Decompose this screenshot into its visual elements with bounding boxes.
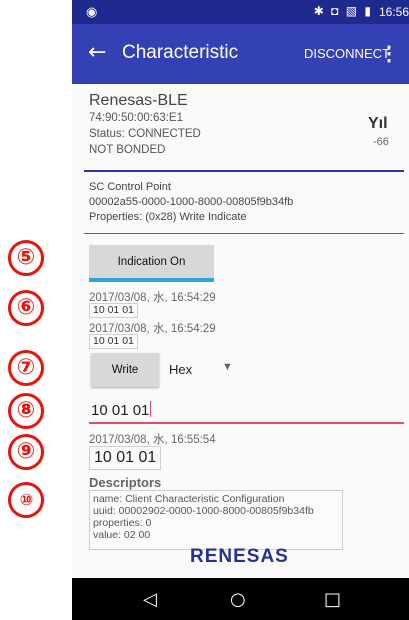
format-select[interactable]: Hex <box>169 362 192 377</box>
annotation-marker-6: ⑥ <box>8 290 44 326</box>
write-result-value: 10 01 01 <box>89 446 162 470</box>
descriptor-name: name: Client Characteristic Configuratio… <box>93 493 285 505</box>
bond-status: NOT BONDED <box>89 144 166 156</box>
annotation-marker-7: ⑦ <box>8 350 44 386</box>
page-title: Characteristic <box>122 42 239 63</box>
text-cursor <box>150 401 152 417</box>
characteristic-name: SC Control Point <box>89 181 171 193</box>
android-icon: ◉ <box>86 4 98 19</box>
nav-home-icon[interactable]: ○ <box>230 589 246 610</box>
navigation-bar: ◁ ○ □ <box>72 578 409 620</box>
indication-toggle-button[interactable]: Indication On <box>89 245 214 282</box>
device-status: Status: CONNECTED <box>89 128 201 140</box>
indication-value: 10 01 01 <box>89 334 138 349</box>
status-icons: ✱ ◘ ▧ ▮ <box>313 4 373 18</box>
nav-back-icon[interactable]: ◁ <box>143 589 157 610</box>
annotation-marker-9: ⑨ <box>8 434 44 470</box>
overflow-menu-icon[interactable]: ⋮ <box>379 41 399 66</box>
renesas-logo: RENESAS <box>190 546 289 567</box>
annotation-marker-5: ⑤ <box>8 240 44 276</box>
descriptor-uuid: uuid: 00002902-0000-1000-8000-00805f9b34… <box>93 505 314 517</box>
descriptor-value: value: 02 00 <box>93 529 151 541</box>
device-card: Renesas-BLE 74:90:50:00:63:E1 Status: CO… <box>89 92 397 156</box>
write-input-text: 10 01 01 <box>91 402 150 419</box>
annotation-marker-10: ⑩ <box>8 482 44 518</box>
status-bar: ◉ ✱ ◘ ▧ ▮ 16:56 <box>72 0 409 24</box>
app-bar: ← Characteristic DISCONNECT ⋮ <box>72 24 409 84</box>
write-button[interactable]: Write <box>91 353 159 387</box>
characteristic-divider <box>84 233 404 234</box>
disconnect-button[interactable]: DISCONNECT <box>304 46 390 61</box>
write-timestamp: 2017/03/08, 水, 16:55:54 <box>89 434 216 446</box>
rssi-value: -66 <box>373 136 389 148</box>
device-address: 74:90:50:00:63:E1 <box>89 112 183 124</box>
nav-recents-icon[interactable]: □ <box>324 589 341 610</box>
descriptors-heading: Descriptors <box>89 475 162 490</box>
signal-strength-icon: Yıl <box>368 115 388 132</box>
dropdown-arrow-icon[interactable]: ▼ <box>222 361 233 373</box>
device-name: Renesas-BLE <box>89 92 188 109</box>
status-time: 16:56 <box>378 5 409 19</box>
descriptor-properties: properties: 0 <box>93 517 152 529</box>
indication-value: 10 01 01 <box>89 303 138 318</box>
characteristic-properties: Properties: (0x28) Write Indicate <box>89 211 247 223</box>
annotation-marker-8: ⑧ <box>8 393 44 429</box>
back-arrow-icon[interactable]: ← <box>88 40 106 65</box>
descriptor-box: name: Client Characteristic Configuratio… <box>89 490 343 550</box>
phone-screen: ◉ ✱ ◘ ▧ ▮ 16:56 ← Characteristic DISCONN… <box>72 0 409 620</box>
characteristic-uuid: 00002a55-0000-1000-8000-00805f9b34fb <box>89 196 294 208</box>
write-value-input[interactable]: 10 01 01 <box>89 398 404 424</box>
device-divider <box>84 170 404 172</box>
